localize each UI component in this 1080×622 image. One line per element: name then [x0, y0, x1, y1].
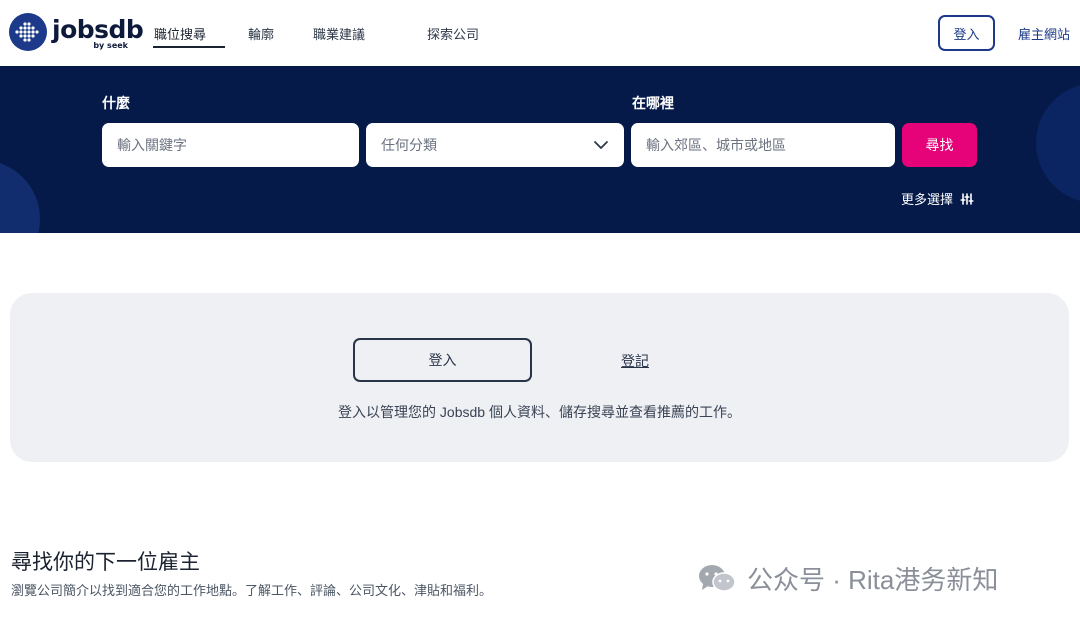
what-label: 什麼 — [102, 95, 130, 111]
more-options-button[interactable]: 更多選擇 — [901, 189, 974, 208]
jobsdb-logo[interactable]: jobsdb by seek — [9, 13, 144, 51]
employer-section-title: 尋找你的下一位雇主 — [11, 551, 200, 574]
signin-description: 登入以管理您的 Jobsdb 個人資料、儲存搜尋並查看推薦的工作。 — [338, 404, 741, 420]
nav-item-explore-companies[interactable]: 探索公司 — [427, 24, 479, 43]
logo-word: jobsdb — [52, 15, 144, 44]
logo-sub: by seek — [93, 41, 128, 50]
banner-decoration-right — [1036, 83, 1080, 203]
register-link[interactable]: 登記 — [621, 351, 649, 371]
employer-site-link[interactable]: 雇主網站 — [1018, 24, 1070, 43]
chevron-down-icon — [593, 137, 609, 156]
card-login-button[interactable]: 登入 — [353, 338, 532, 382]
keyword-input[interactable]: 輸入關鍵字 — [102, 123, 359, 167]
more-options-label: 更多選擇 — [901, 192, 954, 207]
where-label: 在哪裡 — [632, 95, 674, 111]
banner-decoration-left — [0, 160, 40, 233]
nav-login-button[interactable]: 登入 — [938, 15, 995, 51]
top-navigation: jobsdb by seek 職位搜尋 輪廓 職業建議 探索公司 登入 雇主網站 — [0, 0, 1080, 66]
category-select-value: 任何分類 — [381, 137, 437, 153]
search-button[interactable]: 尋找 — [902, 123, 977, 167]
signin-card: 登入 登記 登入以管理您的 Jobsdb 個人資料、儲存搜尋並查看推薦的工作。 — [10, 293, 1069, 462]
nav-active-underline — [153, 46, 225, 48]
wechat-icon — [699, 564, 736, 592]
logo-text: jobsdb by seek — [52, 13, 144, 51]
nav-item-career-advice[interactable]: 職業建議 — [313, 24, 365, 43]
logo-mark-icon — [9, 13, 47, 51]
category-select[interactable]: 任何分類 — [366, 123, 624, 167]
watermark-text: 公众号 · Rita港务新知 — [747, 565, 999, 595]
nav-item-profile[interactable]: 輪廓 — [248, 24, 274, 43]
filter-sliders-icon — [960, 192, 974, 205]
search-banner: 什麼 在哪裡 輸入關鍵字 任何分類 輸入郊區、城市或地區 尋找 更多選擇 — [0, 66, 1080, 233]
watermark: 公众号 · Rita港务新知 — [697, 560, 998, 597]
employer-section-description: 瀏覽公司簡介以找到適合您的工作地點。了解工作、評論、公司文化、津貼和福利。 — [11, 583, 493, 598]
nav-item-job-search[interactable]: 職位搜尋 — [154, 24, 206, 43]
location-input[interactable]: 輸入郊區、城市或地區 — [631, 123, 895, 167]
